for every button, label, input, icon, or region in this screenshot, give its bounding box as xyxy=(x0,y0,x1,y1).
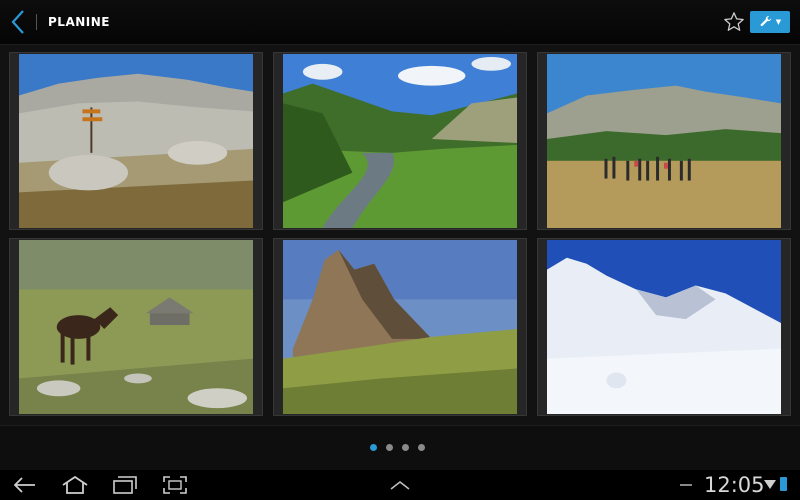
photo-tile[interactable] xyxy=(537,238,791,416)
nav-back-button[interactable] xyxy=(10,473,40,497)
photo-tile[interactable] xyxy=(273,52,527,230)
photo-tile[interactable] xyxy=(9,238,263,416)
wrench-icon xyxy=(760,15,772,27)
favorite-button[interactable] xyxy=(720,8,748,36)
nav-home-button[interactable] xyxy=(60,473,90,497)
page-indicator[interactable] xyxy=(370,444,425,451)
page-dot[interactable] xyxy=(418,444,425,451)
notification-dash-icon[interactable] xyxy=(680,484,692,486)
photo-snowy-mountain xyxy=(547,240,781,414)
chevron-down-icon: ▼ xyxy=(775,17,782,26)
wifi-icon xyxy=(764,480,776,489)
photo-horse-hut xyxy=(19,240,253,414)
battery-icon xyxy=(780,477,787,491)
recent-apps-icon xyxy=(113,476,137,494)
chevron-up-icon xyxy=(390,480,410,490)
page-dot[interactable] xyxy=(370,444,377,451)
photo-hikers-meadow xyxy=(547,54,781,228)
menu-up-button[interactable] xyxy=(385,473,415,497)
screenshot-icon xyxy=(163,476,187,494)
photo-tile[interactable] xyxy=(9,52,263,230)
back-button[interactable] xyxy=(2,0,34,44)
page-title: PLANINE xyxy=(48,15,110,29)
screenshot-button[interactable] xyxy=(160,473,190,497)
photo-tile[interactable] xyxy=(537,52,791,230)
page-dot[interactable] xyxy=(386,444,393,451)
pager-strip xyxy=(0,425,800,471)
tools-menu-button[interactable]: ▼ xyxy=(750,11,790,33)
page-dot[interactable] xyxy=(402,444,409,451)
photo-grid xyxy=(0,44,800,425)
title-divider xyxy=(36,14,37,30)
back-arrow-icon xyxy=(14,477,35,493)
photo-rocky-peak xyxy=(283,240,517,414)
photo-green-valley xyxy=(283,54,517,228)
home-icon xyxy=(62,476,88,494)
system-bar: 12:05 xyxy=(0,470,800,500)
star-outline-icon xyxy=(724,12,744,31)
nav-recents-button[interactable] xyxy=(110,473,140,497)
chevron-left-icon xyxy=(11,10,24,34)
photo-rocky-plateau xyxy=(19,54,253,228)
photo-tile[interactable] xyxy=(273,238,527,416)
action-bar: PLANINE ▼ xyxy=(0,0,800,45)
clock[interactable]: 12:05 xyxy=(704,472,765,498)
